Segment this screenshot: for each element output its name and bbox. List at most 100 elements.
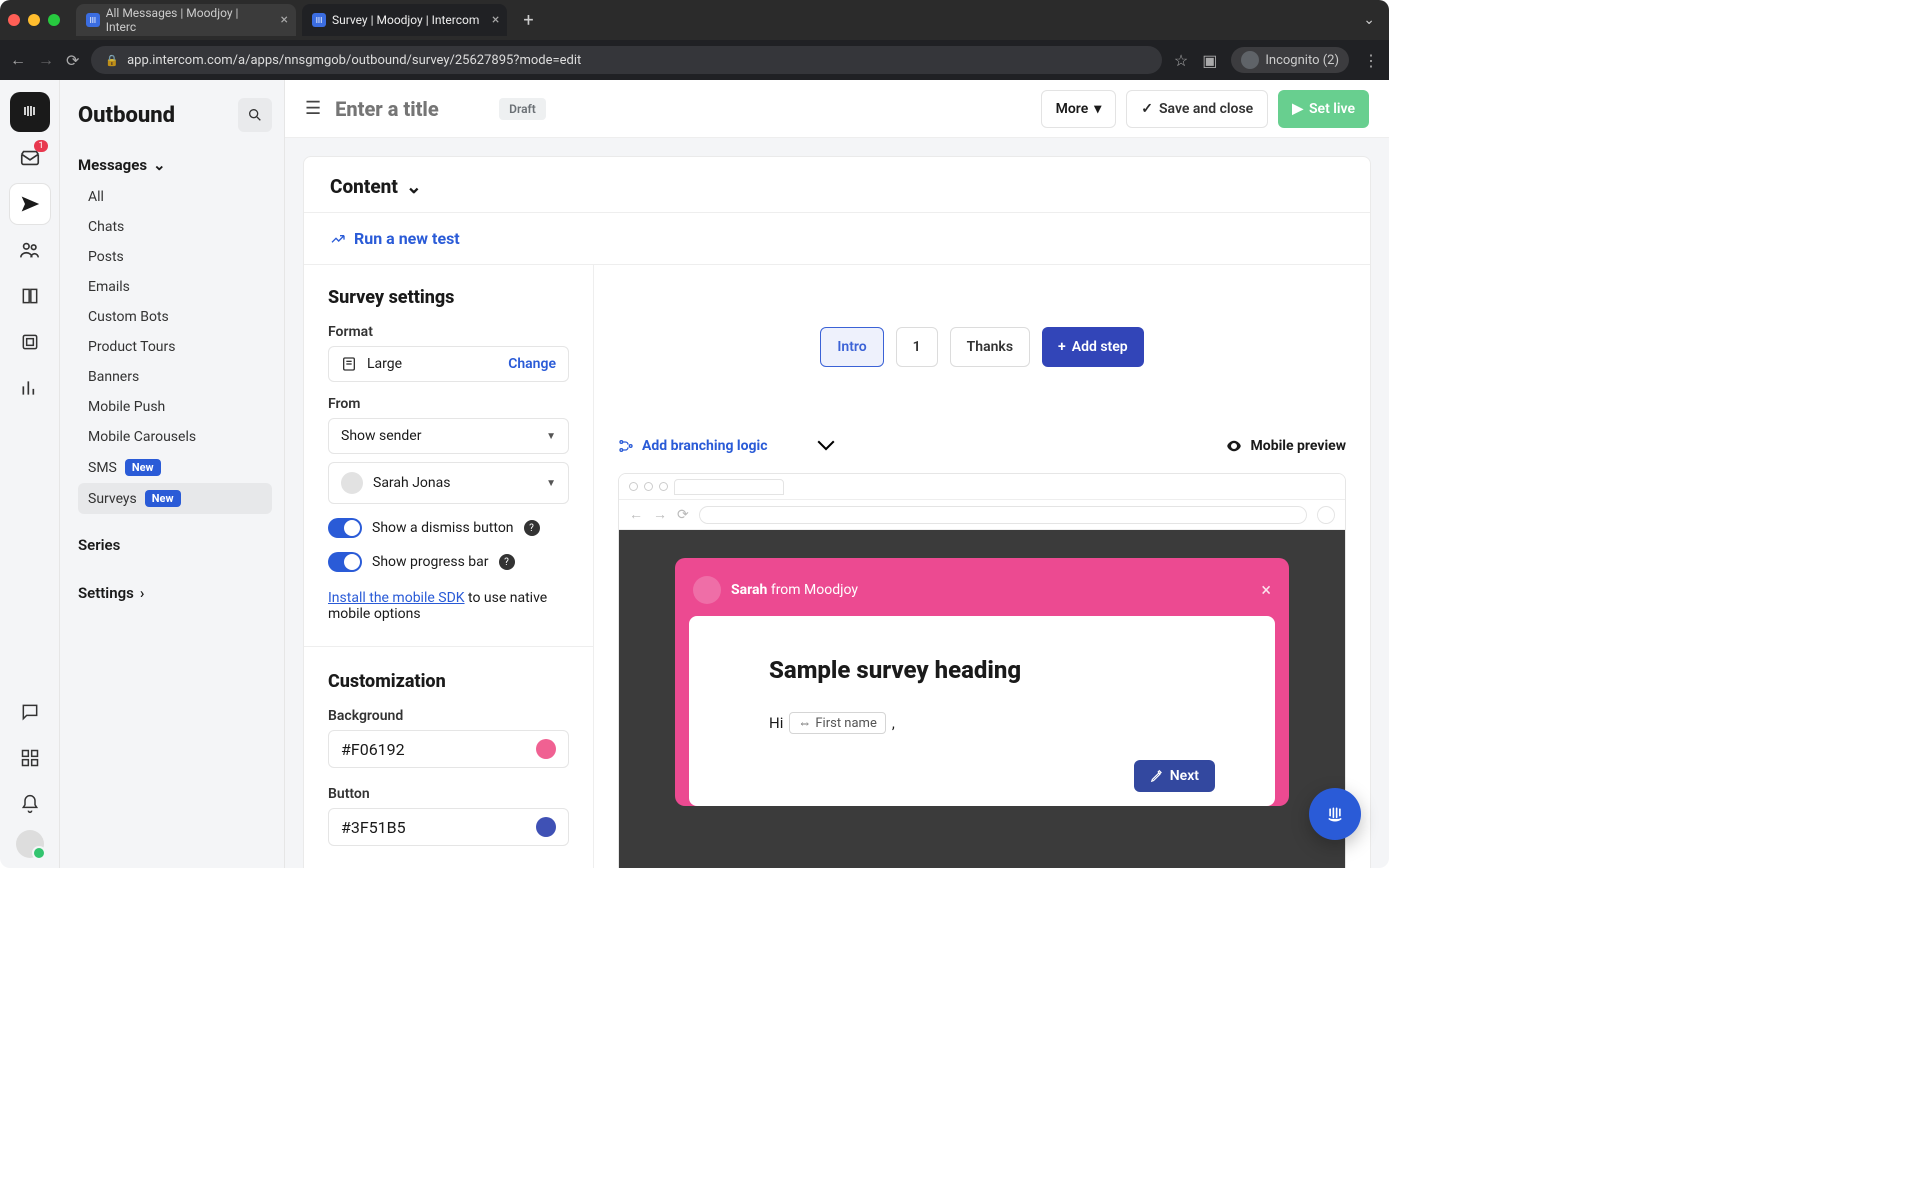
nav-rail: 1	[0, 80, 60, 868]
star-icon[interactable]: ☆	[1174, 51, 1188, 70]
step-1[interactable]: 1	[896, 327, 938, 367]
close-icon[interactable]: ×	[281, 12, 288, 28]
rail-operator[interactable]	[10, 322, 50, 362]
panel-icon[interactable]: ▣	[1202, 51, 1217, 70]
incognito-label: Incognito (2)	[1265, 53, 1339, 68]
from-mode-select[interactable]: Show sender ▼	[328, 418, 569, 454]
sidebar-item-chats[interactable]: Chats	[78, 212, 272, 242]
format-value: Large	[367, 356, 402, 372]
sidebar-item-surveys[interactable]: Surveys New	[78, 483, 272, 514]
browser-tab-1[interactable]: III All Messages | Moodjoy | Interc ×	[76, 4, 296, 36]
window-close-icon[interactable]	[8, 14, 20, 26]
avatar-icon	[341, 472, 363, 494]
more-button[interactable]: More ▾	[1041, 90, 1117, 128]
background-swatch-icon	[536, 739, 556, 759]
new-badge: New	[145, 490, 181, 507]
sidebar-item-sms[interactable]: SMS New	[78, 452, 272, 483]
tabs-overflow-icon[interactable]: ⌄	[1363, 12, 1381, 28]
close-icon[interactable]: ×	[492, 12, 499, 28]
survey-greeting: Hi	[769, 714, 783, 732]
title-input[interactable]	[335, 97, 485, 121]
window-maximize-icon[interactable]	[48, 14, 60, 26]
sidebar-item-posts[interactable]: Posts	[78, 242, 272, 272]
survey-preview-modal: Sarah from Moodjoy × Sample survey headi…	[675, 558, 1289, 806]
sidebar-item-product-tours[interactable]: Product Tours	[78, 332, 272, 362]
browser-tab-2[interactable]: III Survey | Moodjoy | Intercom ×	[302, 4, 507, 36]
mock-dot-icon	[644, 482, 653, 491]
button-value: #3F51B5	[341, 818, 406, 837]
mobile-preview-toggle[interactable]: Mobile preview	[1225, 437, 1346, 455]
sidebar-item-all[interactable]: All	[78, 182, 272, 212]
rail-reports[interactable]	[10, 368, 50, 408]
help-icon[interactable]: ?	[499, 554, 515, 570]
rail-contacts[interactable]	[10, 230, 50, 270]
sidebar-item-mobile-push[interactable]: Mobile Push	[78, 392, 272, 422]
add-step-button[interactable]: + Add step	[1042, 327, 1144, 367]
set-live-button[interactable]: ▶ Set live	[1278, 90, 1369, 128]
forward-button[interactable]: →	[38, 50, 54, 70]
dismiss-toggle[interactable]	[328, 518, 362, 538]
intercom-favicon-icon: III	[312, 13, 326, 27]
variable-chip[interactable]: ⇔ First name	[789, 712, 885, 734]
rail-notifications-icon[interactable]	[10, 784, 50, 824]
hamburger-icon[interactable]: ☰	[305, 98, 321, 119]
step-thanks[interactable]: Thanks	[950, 327, 1030, 367]
survey-settings: Survey settings Format Large Change From…	[304, 265, 594, 868]
window-minimize-icon[interactable]	[28, 14, 40, 26]
sidebar-item-settings[interactable]: Settings ›	[78, 584, 272, 602]
mock-back-icon: ←	[629, 506, 643, 523]
help-icon[interactable]: ?	[524, 520, 540, 536]
survey-comma: ,	[892, 714, 895, 732]
background-value: #F06192	[341, 740, 405, 759]
sidebar-item-emails[interactable]: Emails	[78, 272, 272, 302]
main: ☰ Draft More ▾ ✓ Save and close ▶ Set li…	[285, 80, 1389, 868]
pencil-icon	[1150, 769, 1164, 783]
new-tab-button[interactable]: +	[513, 10, 543, 31]
button-color-field[interactable]: #3F51B5	[328, 808, 569, 846]
content-heading[interactable]: Content ⌄	[304, 157, 1370, 212]
add-branching-logic-link[interactable]: Add branching logic	[618, 438, 768, 454]
url-field[interactable]: 🔒 app.intercom.com/a/apps/nnsgmgob/outbo…	[91, 46, 1162, 74]
rail-apps-icon[interactable]	[10, 738, 50, 778]
browser-tabs-bar: III All Messages | Moodjoy | Interc × II…	[0, 0, 1389, 40]
sidebar-item-custom-bots[interactable]: Custom Bots	[78, 302, 272, 332]
kebab-menu-icon[interactable]: ⋮	[1363, 51, 1379, 70]
sidebar-group-messages[interactable]: Messages ⌄	[78, 156, 272, 174]
back-button[interactable]: ←	[10, 50, 26, 70]
close-icon[interactable]: ×	[1261, 580, 1271, 601]
mock-avatar-icon	[1317, 506, 1335, 524]
intercom-messenger-fab[interactable]	[1309, 788, 1361, 840]
reload-button[interactable]: ⟳	[66, 51, 79, 70]
sidebar-item-mobile-carousels[interactable]: Mobile Carousels	[78, 422, 272, 452]
background-label: Background	[328, 708, 569, 724]
progress-toggle[interactable]	[328, 552, 362, 572]
format-icon	[341, 356, 357, 372]
button-swatch-icon	[536, 817, 556, 837]
url-text: app.intercom.com/a/apps/nnsgmgob/outboun…	[127, 53, 581, 68]
save-and-close-button[interactable]: ✓ Save and close	[1126, 90, 1268, 128]
background-color-field[interactable]: #F06192	[328, 730, 569, 768]
intercom-logo-icon[interactable]	[10, 92, 50, 132]
survey-heading[interactable]: Sample survey heading	[769, 656, 1195, 684]
from-user-select[interactable]: Sarah Jonas ▼	[328, 462, 569, 504]
rail-articles[interactable]	[10, 276, 50, 316]
search-button[interactable]	[238, 98, 272, 132]
sidebar-item-banners[interactable]: Banners	[78, 362, 272, 392]
sidebar-item-series[interactable]: Series	[78, 536, 272, 554]
browser-address-bar: ← → ⟳ 🔒 app.intercom.com/a/apps/nnsgmgob…	[0, 40, 1389, 80]
incognito-badge[interactable]: Incognito (2)	[1231, 47, 1349, 73]
install-sdk-link[interactable]: Install the mobile SDK	[328, 590, 465, 606]
preview-browser: ← → ⟳	[618, 473, 1346, 868]
button-label: Button	[328, 786, 569, 802]
step-intro[interactable]: Intro	[820, 327, 883, 367]
sidebar: Outbound Messages ⌄ All Chats Posts Emai…	[60, 80, 285, 868]
run-test-link[interactable]: Run a new test	[304, 213, 1370, 264]
rail-messenger-icon[interactable]	[10, 692, 50, 732]
rail-avatar[interactable]	[16, 830, 44, 858]
rail-outbound[interactable]	[10, 184, 50, 224]
change-format-link[interactable]: Change	[508, 356, 556, 372]
rail-inbox[interactable]: 1	[10, 138, 50, 178]
topbar: ☰ Draft More ▾ ✓ Save and close ▶ Set li…	[285, 80, 1389, 138]
next-button[interactable]: Next	[1134, 760, 1215, 792]
eye-icon	[1225, 437, 1243, 455]
